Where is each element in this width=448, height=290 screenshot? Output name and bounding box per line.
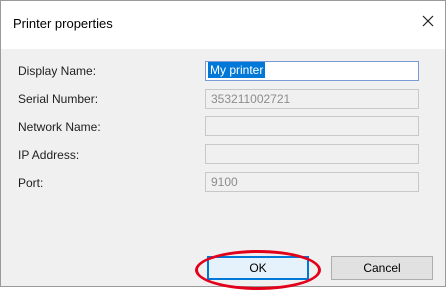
display-name-value: My printer <box>208 62 266 78</box>
ip-address-field <box>205 144 419 164</box>
ok-button[interactable]: OK <box>207 256 309 280</box>
printer-properties-dialog: Printer properties Display Name: My prin… <box>0 0 446 290</box>
network-name-label: Network Name: <box>18 120 101 134</box>
display-name-label: Display Name: <box>18 64 97 78</box>
cancel-button[interactable]: Cancel <box>331 256 433 280</box>
display-name-input[interactable]: My printer <box>205 61 419 81</box>
close-icon <box>422 15 434 27</box>
serial-number-label: Serial Number: <box>18 92 99 106</box>
close-button[interactable] <box>419 12 437 30</box>
dialog-content: Display Name: My printer Serial Number: … <box>1 49 445 290</box>
network-name-field <box>205 116 419 136</box>
ip-address-label: IP Address: <box>18 148 80 162</box>
port-field: 9100 <box>205 172 419 192</box>
dialog-title: Printer properties <box>13 16 113 31</box>
port-label: Port: <box>18 176 44 190</box>
title-bar: Printer properties <box>1 1 445 49</box>
serial-number-field: 353211002721 <box>205 89 419 109</box>
